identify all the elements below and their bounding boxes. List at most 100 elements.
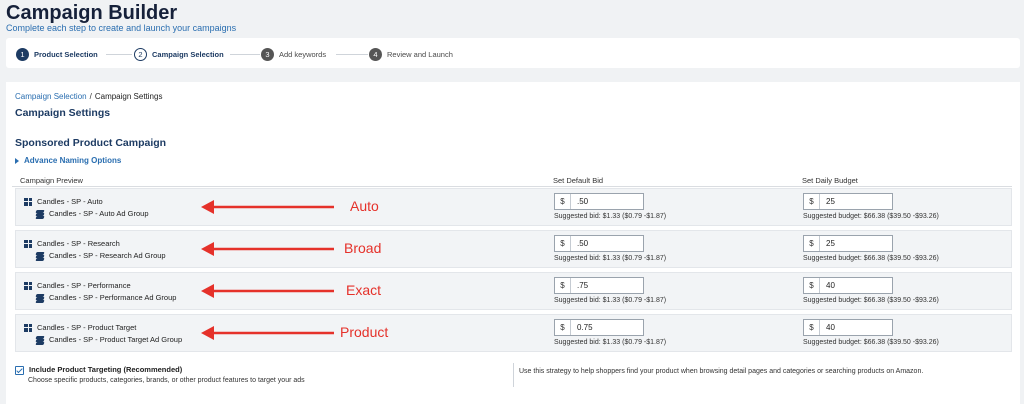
page-subtitle: Complete each step to create and launch … <box>6 23 237 33</box>
default-bid-input[interactable]: $ .50 <box>554 193 644 210</box>
product-targeting-label: Include Product Targeting (Recommended) <box>29 365 183 374</box>
layers-icon <box>35 209 45 219</box>
budget-value: 25 <box>826 239 835 248</box>
suggested-bid: Suggested bid: $1.33 ($0.79 -$1.87) <box>554 339 667 346</box>
advanced-naming-toggle[interactable]: Advance Naming Options <box>15 156 121 165</box>
campaign-settings-card: Campaign Selection / Campaign Settings Cam… <box>6 82 1020 404</box>
suggested-bid: Suggested bid: $1.33 ($0.79 -$1.87) <box>554 297 667 304</box>
vertical-divider <box>513 363 514 387</box>
step-label: Campaign Selection <box>152 49 224 59</box>
default-bid-input[interactable]: $ .75 <box>554 277 644 294</box>
step-campaign-selection[interactable]: 2 Campaign Selection <box>134 47 224 61</box>
column-header-preview: Campaign Preview <box>20 176 83 185</box>
step-add-keywords[interactable]: 3 Add keywords <box>261 47 326 61</box>
suggested-budget: Suggested budget: $66.38 ($39.50 -$93.26… <box>803 339 939 346</box>
suggested-bid: Suggested bid: $1.33 ($0.79 -$1.87) <box>554 255 667 262</box>
column-header-budget: Set Daily Budget <box>802 176 858 185</box>
layers-icon <box>35 293 45 303</box>
daily-budget-input[interactable]: $ 25 <box>803 235 893 252</box>
suggested-budget: Suggested budget: $66.38 ($39.50 -$93.26… <box>803 297 939 304</box>
currency-symbol: $ <box>555 320 571 335</box>
campaign-name-text: Candles - SP - Product Target <box>37 323 137 332</box>
annotation-label: Auto <box>350 198 379 214</box>
grid-icon <box>24 239 32 248</box>
grid-icon <box>24 197 32 206</box>
step-product-selection[interactable]: 1 Product Selection <box>16 47 98 61</box>
grid-icon <box>24 281 32 290</box>
ad-group-name: Candles - SP - Product Target Ad Group <box>35 335 183 345</box>
step-label: Add keywords <box>279 49 327 59</box>
annotation-label: Exact <box>346 282 382 298</box>
ad-group-name-text: Candles - SP - Research Ad Group <box>49 251 166 260</box>
product-targeting-description: Choose specific products, categories, br… <box>28 377 305 384</box>
currency-symbol: $ <box>804 194 820 209</box>
campaign-row: Candles - SP - Product Target Candles - … <box>15 314 1012 352</box>
budget-value: 40 <box>826 281 835 290</box>
default-bid-input[interactable]: $ .50 <box>554 235 644 252</box>
campaign-type-title: Sponsored Product Campaign <box>15 137 167 149</box>
campaign-name-text: Candles - SP - Performance <box>37 281 131 290</box>
bid-value: 0.75 <box>577 323 593 332</box>
bid-value: .50 <box>577 197 589 206</box>
campaign-name-text: Candles - SP - Auto <box>37 197 103 206</box>
currency-symbol: $ <box>555 236 571 251</box>
breadcrumb-separator: / <box>89 92 92 101</box>
daily-budget-input[interactable]: $ 40 <box>803 319 893 336</box>
layers-icon <box>35 251 45 261</box>
campaign-name: Candles - SP - Auto <box>24 197 103 206</box>
ad-group-name-text: Candles - SP - Auto Ad Group <box>49 209 149 218</box>
currency-symbol: $ <box>555 194 571 209</box>
step-label: Product Selection <box>34 49 98 59</box>
bid-value: .50 <box>577 239 589 248</box>
annotation-label: Product <box>340 324 389 340</box>
ad-group-name-text: Candles - SP - Product Target Ad Group <box>49 335 183 344</box>
ad-group-name-text: Candles - SP - Performance Ad Group <box>49 293 177 302</box>
section-title: Campaign Settings <box>15 107 111 119</box>
campaign-name: Candles - SP - Performance <box>24 281 131 290</box>
bid-value: .75 <box>577 281 589 290</box>
header-divider <box>12 186 1012 187</box>
grid-icon <box>24 323 32 332</box>
caret-right-icon <box>15 157 19 164</box>
ad-group-name: Candles - SP - Auto Ad Group <box>35 209 149 219</box>
red-arrow-icon <box>201 326 334 340</box>
step-progress-bar: 1 Product Selection 2 Campaign Selection… <box>6 38 1020 68</box>
product-targeting-option[interactable]: Include Product Targeting (Recommended) <box>15 365 182 375</box>
advanced-naming-label: Advance Naming Options <box>24 156 122 165</box>
step-label: Review and Launch <box>387 49 453 59</box>
step-number: 3 <box>261 47 274 61</box>
campaign-name: Candles - SP - Research <box>24 239 120 248</box>
page-title: Campaign Builder <box>6 2 178 24</box>
suggested-budget: Suggested budget: $66.38 ($39.50 -$93.26… <box>803 255 939 262</box>
campaign-name: Candles - SP - Product Target <box>24 323 136 332</box>
daily-budget-input[interactable]: $ 25 <box>803 193 893 210</box>
step-number: 1 <box>16 47 29 61</box>
layers-icon <box>35 335 45 345</box>
red-arrow-icon <box>201 200 334 214</box>
step-review-launch[interactable]: 4 Review and Launch <box>369 47 453 61</box>
currency-symbol: $ <box>804 236 820 251</box>
campaign-row: Candles - SP - Research Candles - SP - R… <box>15 230 1012 268</box>
currency-symbol: $ <box>804 320 820 335</box>
budget-value: 25 <box>826 197 835 206</box>
campaign-row: Candles - SP - Auto Candles - SP - Auto … <box>15 188 1012 226</box>
currency-symbol: $ <box>555 278 571 293</box>
suggested-budget: Suggested budget: $66.38 ($39.50 -$93.26… <box>803 213 939 220</box>
breadcrumb-current: Campaign Settings <box>94 92 163 101</box>
breadcrumb: Campaign Selection / Campaign Settings <box>15 92 162 101</box>
column-header-bid: Set Default Bid <box>553 176 604 185</box>
budget-value: 40 <box>826 323 835 332</box>
currency-symbol: $ <box>804 278 820 293</box>
breadcrumb-link-campaign-selection[interactable]: Campaign Selection <box>15 92 87 101</box>
campaign-row: Candles - SP - Performance Candles - SP … <box>15 272 1012 310</box>
ad-group-name: Candles - SP - Performance Ad Group <box>35 293 177 303</box>
product-targeting-checkbox[interactable] <box>15 366 24 375</box>
strategy-note: Use this strategy to help shoppers find … <box>519 368 924 375</box>
step-number: 4 <box>369 47 382 61</box>
red-arrow-icon <box>201 242 334 256</box>
default-bid-input[interactable]: $ 0.75 <box>554 319 644 336</box>
ad-group-name: Candles - SP - Research Ad Group <box>35 251 166 261</box>
daily-budget-input[interactable]: $ 40 <box>803 277 893 294</box>
step-number: 2 <box>134 47 147 61</box>
suggested-bid: Suggested bid: $1.33 ($0.79 -$1.87) <box>554 213 667 220</box>
